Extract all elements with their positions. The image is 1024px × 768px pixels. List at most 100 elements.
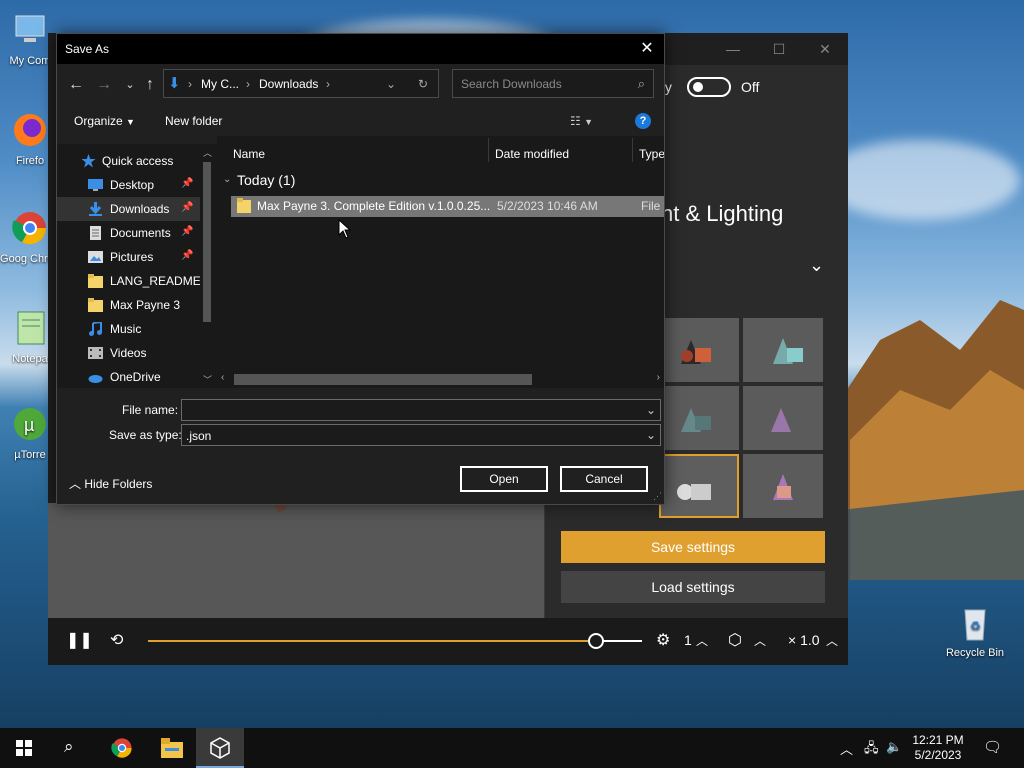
up-arrow-icon[interactable]: ↑ — [139, 74, 161, 96]
minimize-icon[interactable]: — — [710, 33, 756, 65]
desktop-icon — [88, 178, 103, 192]
chevron-down-icon[interactable]: ⌄ — [809, 255, 824, 276]
loop-icon[interactable]: ⟲ — [110, 630, 123, 650]
pause-icon[interactable]: ❚❚ — [66, 630, 93, 650]
nav-item-label: OneDrive — [110, 370, 161, 384]
save-as-type-label: Save as type: — [109, 428, 182, 442]
new-folder-button[interactable]: New folder — [165, 114, 222, 128]
help-icon[interactable]: ? — [635, 113, 651, 129]
nav-item-videos[interactable]: Videos — [57, 341, 202, 365]
organize-menu[interactable]: Organize ▼ — [74, 114, 135, 128]
pin-icon[interactable]: 📌 — [181, 226, 193, 237]
timeline-handle[interactable] — [587, 633, 604, 649]
address-bar[interactable]: ⬇ › My C... › Downloads › ⌄ ↻ — [163, 69, 439, 98]
search-input[interactable]: Search Downloads — [461, 77, 562, 91]
scroll-down-icon[interactable]: ﹀ — [203, 373, 212, 386]
nav-item-music[interactable]: Music — [57, 317, 202, 341]
nav-item-documents[interactable]: Documents 📌 — [57, 221, 202, 245]
nav-item-quick-access[interactable]: Quick access — [57, 149, 202, 173]
scrollbar-thumb[interactable] — [203, 162, 211, 322]
scroll-left-icon[interactable]: ‹ — [221, 372, 224, 383]
scroll-up-icon[interactable]: ︿ — [203, 146, 212, 159]
horizontal-scrollbar[interactable]: ‹ › — [217, 371, 664, 388]
recent-locations-chevron-icon[interactable]: ⌄ — [119, 74, 141, 96]
cancel-button[interactable]: Cancel — [560, 466, 648, 492]
svg-text:µ: µ — [24, 415, 34, 435]
show-hidden-icons-icon[interactable]: ︿ — [840, 739, 853, 758]
close-icon[interactable]: ✕ — [636, 38, 658, 60]
group-header-today[interactable]: Today (1) — [237, 172, 295, 188]
cube-icon[interactable]: ⬡ — [728, 630, 742, 650]
open-button[interactable]: Open — [460, 466, 548, 492]
pin-icon[interactable]: 📌 — [181, 250, 193, 261]
animation-speed-icon[interactable]: ⚙ — [656, 630, 670, 650]
lighting-preset[interactable] — [659, 318, 739, 382]
taskbar-chrome[interactable] — [98, 728, 146, 768]
nav-item-label: Videos — [110, 346, 147, 360]
toggle-switch[interactable] — [687, 77, 731, 97]
timeline-slider[interactable] — [148, 633, 642, 649]
refresh-icon[interactable]: ↻ — [418, 77, 428, 91]
search-box[interactable]: Search Downloads ⌕ — [452, 69, 654, 98]
breadcrumb-segment[interactable]: My C... — [201, 77, 239, 91]
system-clock[interactable]: 12:21 PM 5/2/2023 — [908, 733, 968, 763]
taskbar-file-explorer[interactable] — [148, 728, 196, 768]
column-separator[interactable] — [488, 138, 489, 162]
view-options-icon[interactable]: ☷ ▼ — [570, 114, 593, 128]
search-button[interactable]: ⌕ — [48, 728, 96, 768]
nav-item-pictures[interactable]: Pictures 📌 — [57, 245, 202, 269]
breadcrumb-segment[interactable]: Downloads — [259, 77, 318, 91]
save-as-type-select[interactable]: .json ⌄ — [181, 424, 661, 446]
chevron-down-icon[interactable]: ⌄ — [646, 428, 656, 442]
desktop-icon-recycle-bin[interactable]: ♻ Recycle Bin — [940, 602, 1010, 659]
lighting-preset[interactable] — [743, 386, 823, 450]
table-row[interactable]: Max Payne 3. Complete Edition v.1.0.0.25… — [231, 196, 664, 217]
nav-item-downloads[interactable]: Downloads 📌 — [57, 197, 202, 221]
back-arrow-icon[interactable]: ← — [65, 74, 87, 96]
recycle-bin-icon: ♻ — [964, 609, 986, 641]
lighting-preset[interactable] — [743, 318, 823, 382]
volume-icon[interactable]: 🔈 — [886, 739, 902, 755]
load-settings-button[interactable]: Load settings — [561, 571, 825, 603]
file-name-field[interactable]: ⌄ — [181, 399, 661, 421]
download-icon — [88, 202, 103, 216]
nav-item-lang-readme[interactable]: LANG_README — [57, 269, 202, 293]
start-button[interactable] — [0, 728, 48, 768]
pin-icon[interactable]: 📌 — [181, 178, 193, 189]
model-canvas[interactable] — [48, 501, 544, 618]
taskbar-3d-viewer[interactable] — [196, 728, 244, 768]
preset-shapes-icon — [677, 484, 711, 500]
chevron-up-icon[interactable]: ︿ — [696, 632, 708, 649]
chevron-down-icon[interactable]: ⌄ — [646, 403, 656, 417]
nav-item-onedrive[interactable]: OneDrive — [57, 365, 202, 388]
nav-item-desktop[interactable]: Desktop 📌 — [57, 173, 202, 197]
lighting-preset[interactable] — [659, 386, 739, 450]
column-header-name[interactable]: Name — [233, 142, 265, 166]
pin-icon[interactable]: 📌 — [181, 202, 193, 213]
search-icon[interactable]: ⌕ — [638, 76, 645, 92]
forward-arrow-icon[interactable]: → — [93, 74, 115, 96]
chevron-down-icon: ▼ — [126, 117, 135, 127]
network-icon[interactable]: 🖧 — [864, 739, 879, 761]
nav-item-max-payne-3[interactable]: Max Payne 3 — [57, 293, 202, 317]
chevron-up-icon[interactable]: ︿ — [754, 632, 766, 649]
dialog-titlebar: Save As ✕ — [57, 34, 664, 64]
collapse-group-icon[interactable]: ⌄ — [223, 174, 231, 185]
hide-folders-toggle[interactable]: ︿ Hide Folders — [69, 475, 152, 492]
column-separator[interactable] — [632, 138, 633, 162]
lighting-preset-selected[interactable] — [659, 454, 739, 518]
close-icon[interactable]: ✕ — [802, 33, 848, 65]
address-dropdown-icon[interactable]: ⌄ — [386, 77, 396, 91]
scroll-right-icon[interactable]: › — [657, 372, 660, 383]
resize-grip-icon[interactable]: ⋰ — [653, 491, 662, 502]
vertical-scrollbar[interactable]: ︿ ﹀ — [200, 144, 214, 388]
save-settings-button[interactable]: Save settings — [561, 531, 825, 563]
chevron-up-icon[interactable]: ︿ — [826, 632, 838, 649]
column-header-date[interactable]: Date modified — [495, 142, 569, 166]
maximize-icon[interactable]: ☐ — [756, 33, 802, 65]
column-header-type[interactable]: Type — [639, 142, 664, 166]
nav-item-label: LANG_README — [110, 274, 201, 288]
notifications-icon[interactable]: 🗨 — [983, 738, 1002, 756]
lighting-preset[interactable] — [743, 454, 823, 518]
scrollbar-thumb[interactable] — [234, 374, 532, 385]
